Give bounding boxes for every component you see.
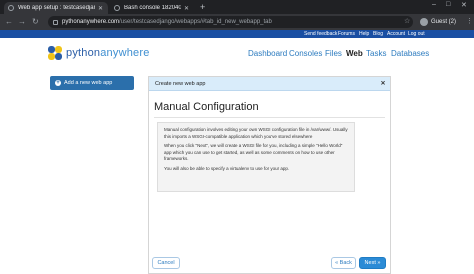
divider <box>154 117 385 118</box>
profile-label: Guest (2) <box>431 19 457 25</box>
tab-favicon-icon <box>114 5 120 11</box>
logo-text-anywhere: anywhere <box>100 47 150 59</box>
blog-link[interactable]: Blog <box>373 30 383 38</box>
site-top-bar: Send feedback Forums Help Blog Account L… <box>0 30 474 38</box>
dialog-header-title: Create new web app <box>155 80 206 87</box>
dialog-header: Create new web app <box>149 77 390 91</box>
browser-tab-strip: Web app setup : testcasedjango ✕ Bash co… <box>0 0 474 14</box>
browser-tab-webapp-setup[interactable]: Web app setup : testcasedjango ✕ <box>4 2 108 14</box>
maximize-window-button[interactable]: □ <box>446 1 450 8</box>
add-web-app-label: Add a new web app <box>64 80 113 86</box>
bookmark-star-icon[interactable]: ☆ <box>404 17 410 25</box>
tab-favicon-icon <box>8 5 14 11</box>
tab-title: Bash console 18204043 : testc <box>124 5 181 11</box>
info-paragraph: Manual configuration involves editing yo… <box>164 127 348 139</box>
dialog-title: Manual Configuration <box>154 101 259 113</box>
add-web-app-button[interactable]: + Add a new web app <box>50 76 134 90</box>
logo-text-python: python <box>66 47 101 59</box>
next-button[interactable]: Next » <box>359 257 386 269</box>
plus-circle-icon: + <box>55 80 61 86</box>
account-link[interactable]: Account <box>387 30 405 38</box>
info-paragraph: When you click "Next", we will create a … <box>164 143 343 161</box>
info-paragraph: You will also be able to specify a virtu… <box>164 165 290 171</box>
new-tab-button[interactable]: + <box>200 2 205 12</box>
browser-tab-bash-console[interactable]: Bash console 18204043 : testc ✕ <box>110 2 194 14</box>
nav-dashboard[interactable]: Dashboard <box>248 49 287 58</box>
browser-menu-icon[interactable]: ⋮ <box>466 17 473 25</box>
help-link[interactable]: Help <box>359 30 369 38</box>
forums-link[interactable]: Forums <box>338 30 355 38</box>
address-bar[interactable]: pythonanywhere.com /user/testcasedjango/… <box>48 16 413 28</box>
close-window-button[interactable]: ✕ <box>461 1 467 9</box>
nav-consoles[interactable]: Consoles <box>289 49 322 58</box>
address-path: /user/testcasedjango/webapps/#tab_id_new… <box>119 19 272 25</box>
reload-icon[interactable]: ↻ <box>32 17 39 27</box>
minimize-window-button[interactable]: – <box>432 1 436 8</box>
profile-button[interactable]: Guest (2) <box>420 17 456 27</box>
send-feedback-link[interactable]: Send feedback <box>304 30 337 38</box>
close-dialog-icon[interactable]: ✕ <box>379 80 387 88</box>
address-host: pythonanywhere.com <box>62 19 120 25</box>
logo-text: pythonanywhere <box>66 47 150 59</box>
back-button[interactable]: « Back <box>331 257 356 269</box>
tab-title: Web app setup : testcasedjango <box>18 5 95 11</box>
logo-mark-icon <box>48 46 62 60</box>
avatar <box>420 18 428 26</box>
cancel-button[interactable]: Cancel <box>152 257 180 269</box>
close-tab-icon[interactable]: ✕ <box>184 5 189 12</box>
back-arrow-icon[interactable]: ← <box>5 17 13 27</box>
nav-files[interactable]: Files <box>325 49 342 58</box>
logout-link[interactable]: Log out <box>408 30 425 38</box>
browser-toolbar: ← → ↻ pythonanywhere.com /user/testcased… <box>0 14 474 30</box>
close-tab-icon[interactable]: ✕ <box>98 5 103 12</box>
create-webapp-dialog: Create new web app ✕ Manual Configuratio… <box>148 76 391 274</box>
pythonanywhere-logo[interactable]: pythonanywhere <box>48 46 150 60</box>
manual-config-info-box: Manual configuration involves editing yo… <box>157 122 355 192</box>
nav-tasks[interactable]: Tasks <box>366 49 386 58</box>
forward-arrow-icon[interactable]: → <box>18 17 26 27</box>
nav-web[interactable]: Web <box>346 49 363 58</box>
lock-icon <box>53 19 58 25</box>
nav-databases[interactable]: Databases <box>391 49 429 58</box>
